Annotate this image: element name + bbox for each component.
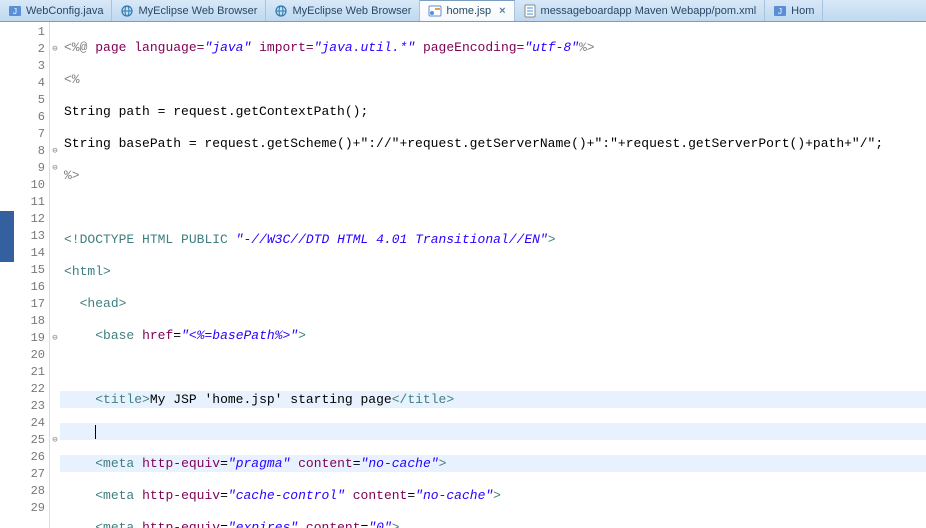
tab-label: MyEclipse Web Browser — [138, 5, 257, 17]
close-icon[interactable]: × — [499, 5, 505, 17]
editor-tabs: J WebConfig.java MyEclipse Web Browser M… — [0, 0, 926, 22]
text-caret — [95, 425, 96, 439]
tab-label: MyEclipse Web Browser — [292, 5, 411, 17]
fold-column: ⊖ ⊖ ⊖ ⊖ ⊖ — [50, 22, 60, 528]
fold-icon[interactable]: ⊖ — [50, 330, 60, 347]
tab-pom-xml[interactable]: messageboardapp Maven Webapp/pom.xml — [515, 0, 766, 21]
tab-label: messageboardapp Maven Webapp/pom.xml — [541, 5, 757, 17]
fold-icon[interactable]: ⊖ — [50, 432, 60, 449]
globe-icon — [274, 4, 288, 18]
svg-text:J: J — [13, 7, 17, 16]
code-area[interactable]: <%@ page language="java" import="java.ut… — [60, 22, 926, 528]
editor: 1 2 3 4 5 6 7 8 9 10 11 12 13 14 15 16 1… — [0, 22, 926, 528]
java-icon: J — [8, 4, 22, 18]
tab-browser-1[interactable]: MyEclipse Web Browser — [112, 0, 266, 21]
jsp-icon — [428, 4, 442, 18]
fold-icon[interactable]: ⊖ — [50, 143, 60, 160]
fold-icon[interactable]: ⊖ — [50, 41, 60, 58]
tab-browser-2[interactable]: MyEclipse Web Browser — [266, 0, 420, 21]
fold-icon[interactable]: ⊖ — [50, 160, 60, 177]
xml-icon — [523, 4, 537, 18]
globe-icon — [120, 4, 134, 18]
svg-text:J: J — [778, 7, 782, 16]
tab-hom[interactable]: J Hom — [765, 0, 823, 21]
tab-home-jsp[interactable]: home.jsp × — [420, 0, 514, 21]
tab-label: Hom — [791, 5, 814, 17]
tab-label: home.jsp — [446, 5, 491, 17]
tab-label: WebConfig.java — [26, 5, 103, 17]
line-numbers: 1 2 3 4 5 6 7 8 9 10 11 12 13 14 15 16 1… — [14, 22, 50, 528]
marker-bar — [0, 22, 14, 528]
tab-webconfig[interactable]: J WebConfig.java — [0, 0, 112, 21]
java-icon: J — [773, 4, 787, 18]
